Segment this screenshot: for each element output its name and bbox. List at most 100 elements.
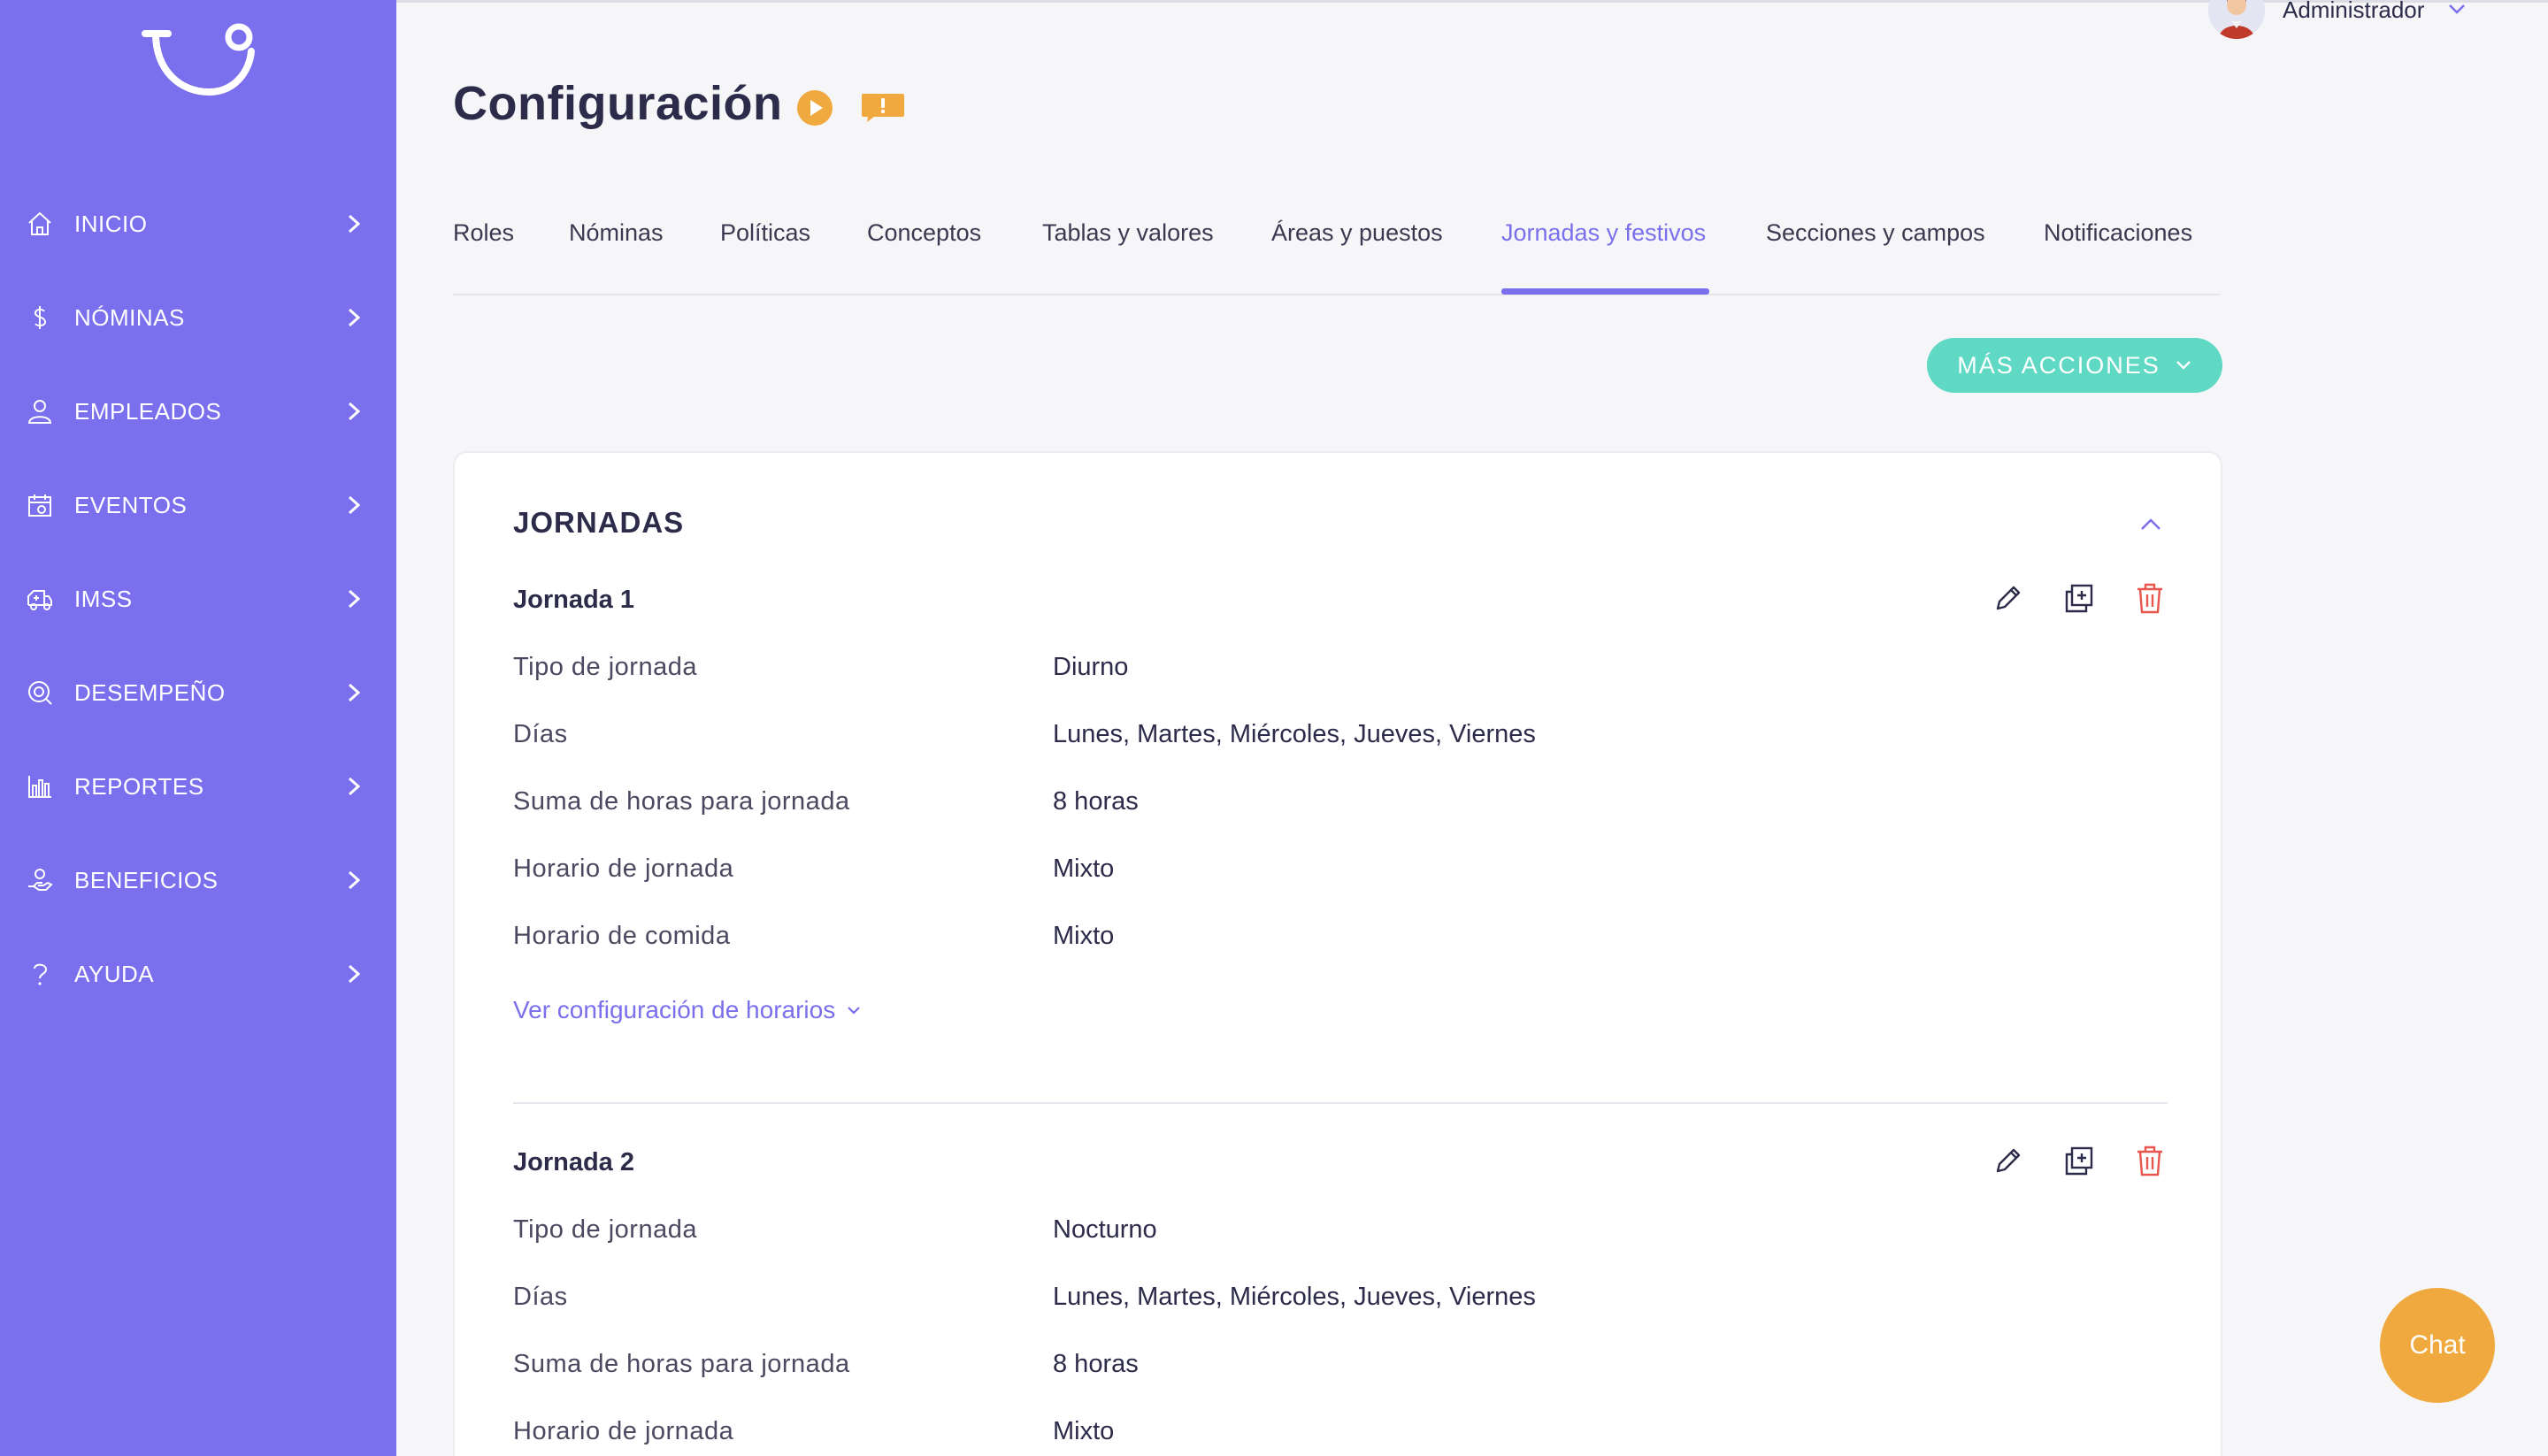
chevron-right-icon <box>348 308 361 327</box>
play-video-icon[interactable] <box>796 89 833 126</box>
edit-pencil-icon[interactable] <box>1991 580 2026 616</box>
jornada-divider <box>513 1102 2168 1104</box>
chevron-right-icon <box>348 402 361 421</box>
sidebar-item-label: AYUDA <box>74 961 155 987</box>
calendar-icon <box>28 494 51 517</box>
tab-politicas[interactable]: Políticas <box>720 205 810 295</box>
detail-value: Lunes, Martes, Miércoles, Jueves, Vierne… <box>1053 720 1536 748</box>
detail-label: Tipo de jornada <box>513 1215 697 1244</box>
target-icon <box>28 681 52 705</box>
avatar-image <box>2219 0 2254 39</box>
brand-logo-icon[interactable] <box>138 18 258 103</box>
sidebar-item-inicio[interactable]: INICIO <box>0 177 396 271</box>
link-label: Ver configuración de horarios <box>513 996 836 1023</box>
tab-roles[interactable]: Roles <box>453 205 514 295</box>
user-name[interactable]: Administrador <box>2283 0 2424 24</box>
delete-trash-icon[interactable] <box>2132 580 2168 616</box>
detail-value: 8 horas <box>1053 1350 1139 1378</box>
tab-nominas[interactable]: Nóminas <box>569 205 664 295</box>
tab-secciones-y-campos[interactable]: Secciones y campos <box>1766 205 1985 295</box>
detail-label: Suma de horas para jornada <box>513 1350 850 1378</box>
home-icon <box>28 211 51 235</box>
detail-row: Tipo de jornada Diurno <box>513 653 2168 688</box>
sidebar-item-eventos[interactable]: EVENTOS <box>0 458 396 552</box>
more-actions-label: MÁS ACCIONES <box>1957 351 2160 379</box>
bar-chart-icon <box>28 776 51 798</box>
tab-areas-y-puestos[interactable]: Áreas y puestos <box>1271 205 1443 295</box>
sidebar-item-empleados[interactable]: EMPLEADOS <box>0 364 396 458</box>
sidebar-item-label: EMPLEADOS <box>74 398 222 425</box>
question-icon <box>34 963 48 985</box>
detail-row: Tipo de jornada Nocturno <box>513 1215 2168 1251</box>
duplicate-icon[interactable] <box>2061 1143 2097 1178</box>
chat-label: Chat <box>2409 1330 2466 1360</box>
detail-value: Mixto <box>1053 922 1115 950</box>
edit-pencil-icon[interactable] <box>1991 1143 2026 1178</box>
detail-label: Días <box>513 720 568 748</box>
detail-label: Días <box>513 1283 568 1311</box>
detail-row: Horario de jornada Mixto <box>513 1417 2168 1452</box>
detail-value: Mixto <box>1053 1417 1115 1445</box>
sidebar-item-ayuda[interactable]: AYUDA <box>0 927 396 1021</box>
page-title: Configuración <box>453 77 783 130</box>
detail-row: Horario de jornada Mixto <box>513 854 2168 890</box>
tab-conceptos[interactable]: Conceptos <box>867 205 981 295</box>
ambulance-icon <box>27 590 52 610</box>
sidebar-item-desempeno[interactable]: DESEMPEÑO <box>0 646 396 739</box>
sidebar-item-beneficios[interactable]: BENEFICIOS <box>0 833 396 927</box>
jornada-title: Jornada 1 <box>513 586 634 614</box>
sidebar-nav: INICIO NÓMINAS EMPLEADOS EVENTOS IMSS DE… <box>0 177 396 1021</box>
chevron-right-icon <box>348 214 361 234</box>
detail-value: Diurno <box>1053 653 1129 681</box>
detail-value: Lunes, Martes, Miércoles, Jueves, Vierne… <box>1053 1283 1536 1311</box>
detail-label: Horario de jornada <box>513 1417 734 1445</box>
sidebar-item-label: EVENTOS <box>74 492 188 518</box>
sidebar-item-label: NÓMINAS <box>74 304 185 331</box>
sidebar-item-label: BENEFICIOS <box>74 867 219 893</box>
chevron-down-icon <box>848 1007 860 1015</box>
feedback-alert-icon[interactable] <box>860 92 906 124</box>
jornadas-card: JORNADAS Jornada 1 Tipo de jornada Diurn… <box>453 451 2222 1456</box>
detail-label: Tipo de jornada <box>513 653 697 681</box>
chevron-right-icon <box>348 683 361 702</box>
detail-row: Días Lunes, Martes, Miércoles, Jueves, V… <box>513 720 2168 755</box>
detail-label: Horario de comida <box>513 922 731 950</box>
detail-value: Mixto <box>1053 854 1115 883</box>
dollar-icon <box>34 306 47 329</box>
tab-jornadas-y-festivos[interactable]: Jornadas y festivos <box>1501 205 1706 295</box>
tabs-bar: Roles Nóminas Políticas Conceptos Tablas… <box>453 205 2221 295</box>
detail-row: Suma de horas para jornada 8 horas <box>513 787 2168 823</box>
sidebar-item-imss[interactable]: IMSS <box>0 552 396 646</box>
chevron-down-icon <box>2176 361 2191 370</box>
hand-gift-icon <box>28 869 53 891</box>
tab-tablas-y-valores[interactable]: Tablas y valores <box>1042 205 1214 295</box>
detail-row: Horario de comida Mixto <box>513 922 2168 957</box>
chevron-right-icon <box>348 589 361 609</box>
section-title: JORNADAS <box>513 506 685 539</box>
view-schedule-config-link[interactable]: Ver configuración de horarios <box>513 996 862 1024</box>
tab-notificaciones[interactable]: Notificaciones <box>2044 205 2192 295</box>
chevron-right-icon <box>348 495 361 515</box>
detail-label: Suma de horas para jornada <box>513 787 850 816</box>
sidebar-item-label: IMSS <box>74 586 133 612</box>
delete-trash-icon[interactable] <box>2132 1143 2168 1178</box>
detail-row: Suma de horas para jornada 8 horas <box>513 1350 2168 1385</box>
sidebar-item-label: REPORTES <box>74 773 204 800</box>
detail-label: Horario de jornada <box>513 854 734 883</box>
sidebar-item-nominas[interactable]: NÓMINAS <box>0 271 396 364</box>
detail-row: Días Lunes, Martes, Miércoles, Jueves, V… <box>513 1283 2168 1318</box>
jornada-title: Jornada 2 <box>513 1148 634 1176</box>
detail-value: Nocturno <box>1053 1215 1157 1244</box>
duplicate-icon[interactable] <box>2061 580 2097 616</box>
sidebar-item-reportes[interactable]: REPORTES <box>0 739 396 833</box>
chevron-right-icon <box>348 964 361 984</box>
more-actions-button[interactable]: MÁS ACCIONES <box>1927 338 2222 393</box>
chat-button[interactable]: Chat <box>2380 1288 2495 1403</box>
user-icon <box>27 400 52 424</box>
chevron-up-icon[interactable] <box>2139 517 2162 533</box>
avatar[interactable] <box>2208 0 2265 39</box>
chevron-down-icon[interactable] <box>2447 2 2467 16</box>
active-tab-indicator <box>1501 288 1709 295</box>
sidebar-item-label: DESEMPEÑO <box>74 679 226 706</box>
sidebar: INICIO NÓMINAS EMPLEADOS EVENTOS IMSS DE… <box>0 0 396 1456</box>
